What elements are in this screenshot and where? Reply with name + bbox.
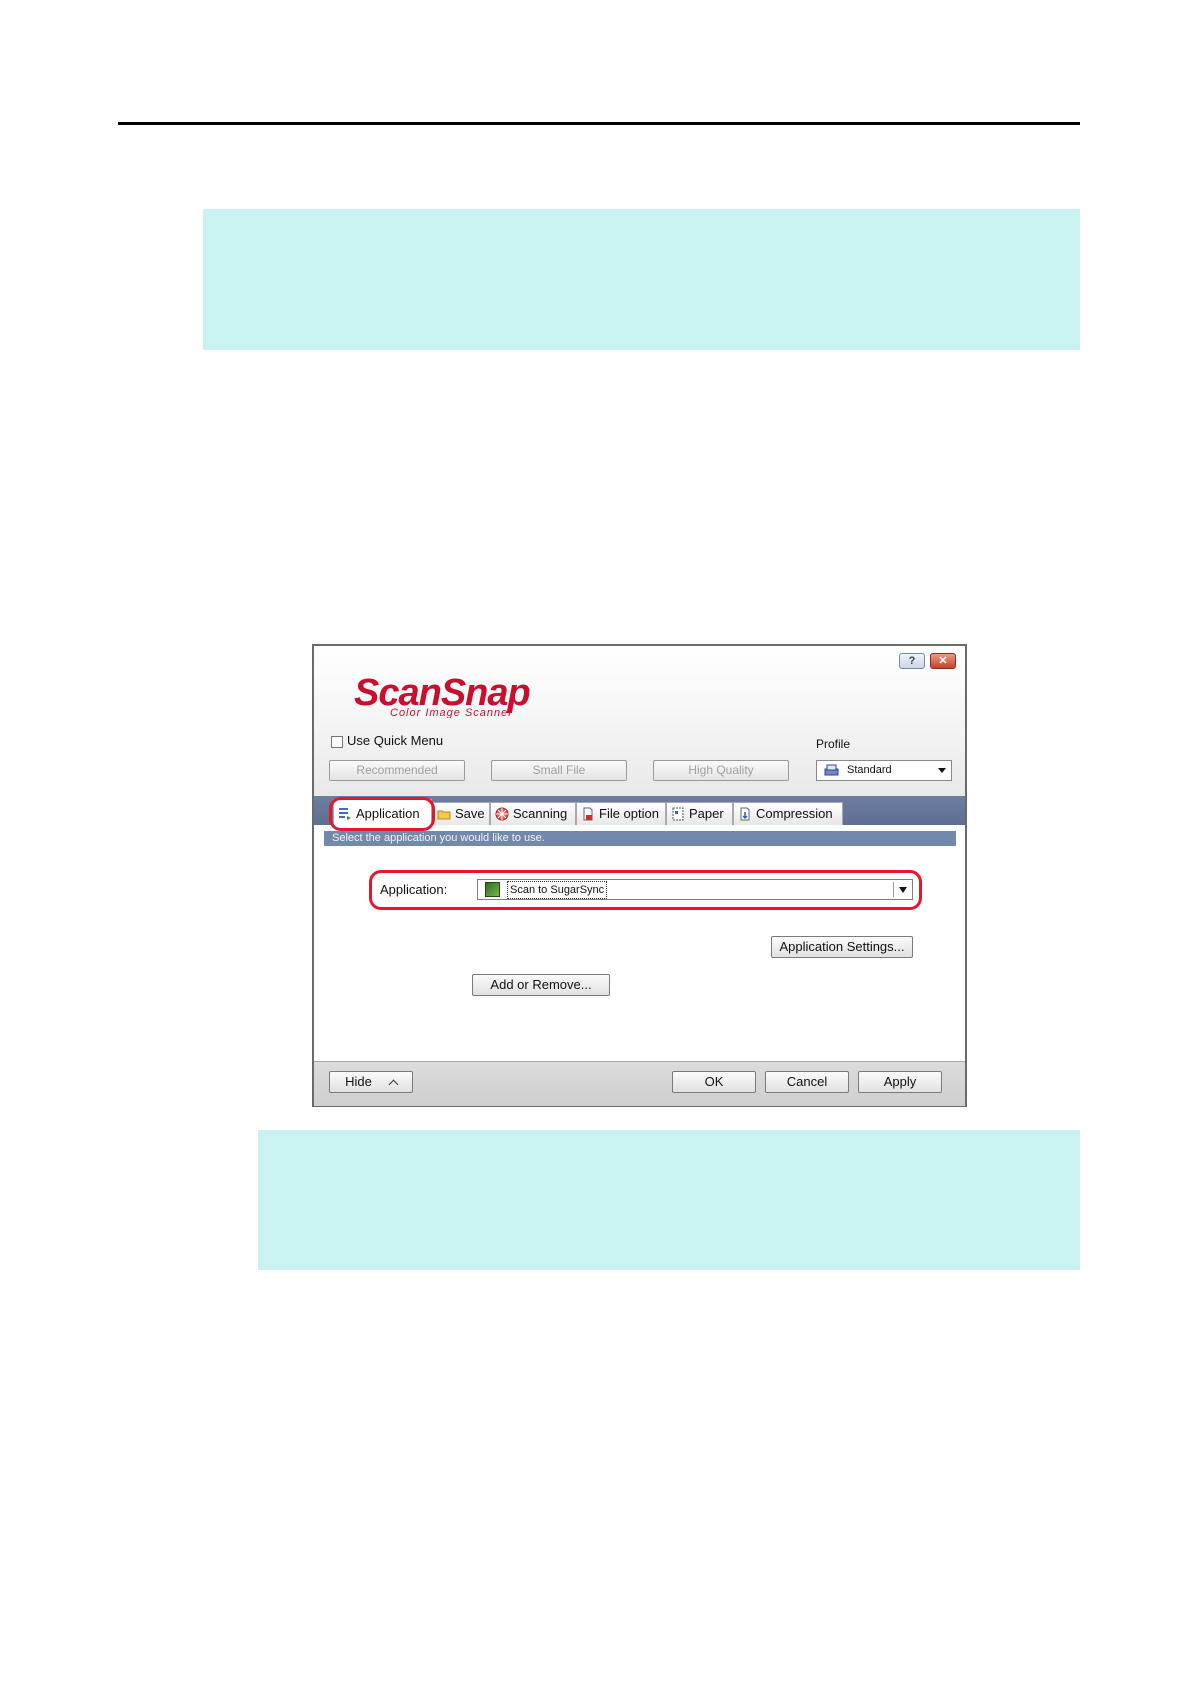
tab-scanning[interactable]: Scanning: [490, 802, 576, 825]
dropdown-separator: [893, 882, 894, 897]
sugarsync-icon: [485, 882, 500, 897]
hide-button[interactable]: Hide: [329, 1071, 413, 1093]
paper-icon: [672, 807, 684, 821]
hide-label: Hide: [345, 1074, 372, 1089]
scanner-profile-icon: [824, 764, 839, 776]
scanning-icon: [495, 807, 509, 821]
application-dropdown[interactable]: Scan to SugarSync: [477, 879, 913, 900]
tab-label: Application: [356, 806, 420, 821]
tab-label: Paper: [689, 806, 724, 821]
folder-icon: [437, 810, 451, 820]
high-quality-button[interactable]: High Quality: [653, 760, 789, 781]
tab-label: File option: [599, 806, 659, 821]
add-or-remove-button[interactable]: Add or Remove...: [472, 974, 610, 996]
tab-application[interactable]: Application: [333, 799, 432, 827]
panel-caption: Select the application you would like to…: [324, 831, 956, 846]
use-quick-menu-checkbox[interactable]: [331, 736, 343, 748]
scansnap-logo: ScanSnap Color Image Scanner: [354, 672, 531, 718]
help-button[interactable]: ?: [899, 653, 925, 669]
recommended-button[interactable]: Recommended: [329, 760, 465, 781]
small-file-button[interactable]: Small File: [491, 760, 627, 781]
compression-icon: [740, 807, 750, 821]
application-icon: [339, 808, 351, 820]
ok-button[interactable]: OK: [672, 1071, 756, 1093]
application-label: Application:: [380, 882, 448, 897]
tab-save[interactable]: Save: [432, 802, 490, 825]
tab-compression[interactable]: Compression: [733, 802, 843, 825]
application-settings-button[interactable]: Application Settings...: [771, 936, 913, 958]
cancel-button[interactable]: Cancel: [765, 1071, 849, 1093]
logo-sub-text: Color Image Scanner: [390, 707, 513, 718]
file-option-icon: [583, 807, 593, 821]
page-top-rule: [118, 122, 1080, 125]
tab-label: Scanning: [513, 806, 568, 821]
tab-label: Save: [455, 806, 485, 821]
profile-value: Standard: [847, 764, 892, 776]
close-button[interactable]: ✕: [930, 653, 956, 669]
scansnap-settings-dialog: ? ✕ ScanSnap Color Image Scanner Use Qui…: [312, 644, 967, 1107]
tab-file-option[interactable]: File option: [576, 802, 666, 825]
tab-label: Compression: [756, 806, 833, 821]
chevron-down-icon: [938, 768, 946, 773]
chevron-down-icon: [899, 887, 907, 893]
application-value: Scan to SugarSync: [507, 881, 608, 899]
note-box-bottom: [258, 1130, 1080, 1270]
dialog-header: ? ✕ ScanSnap Color Image Scanner Use Qui…: [314, 646, 965, 796]
profile-dropdown[interactable]: Standard: [816, 760, 952, 781]
chevron-up-icon: [388, 1079, 399, 1090]
use-quick-menu-label: Use Quick Menu: [347, 733, 444, 748]
tab-paper[interactable]: Paper: [666, 802, 733, 825]
note-box-top: [203, 209, 1080, 350]
apply-button[interactable]: Apply: [858, 1071, 942, 1093]
profile-label: Profile: [816, 737, 851, 751]
